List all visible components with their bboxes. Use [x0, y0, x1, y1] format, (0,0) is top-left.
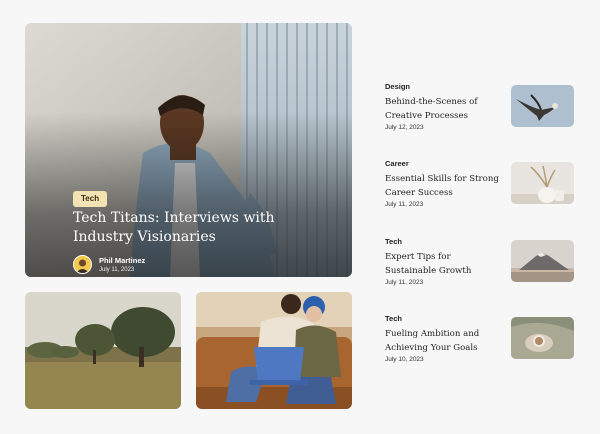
article-date: July 10, 2023	[385, 356, 424, 363]
article-title[interactable]: Essential Skills for Strong Career Succe…	[385, 172, 503, 200]
hero-title[interactable]: Tech Titans: Interviews with Industry Vi…	[73, 209, 293, 247]
article-thumbnail[interactable]	[511, 240, 574, 282]
coffee-photo	[511, 317, 574, 359]
author-name: Phil Martinez	[99, 255, 146, 265]
article-thumbnail[interactable]	[511, 85, 574, 127]
avatar	[73, 255, 92, 274]
article-category[interactable]: Career	[385, 159, 409, 168]
article-date: July 12, 2023	[385, 124, 424, 131]
article-date: July 11, 2023	[385, 201, 424, 208]
author-date: July 11, 2023	[99, 266, 135, 273]
article-thumbnail[interactable]	[511, 162, 574, 204]
article-date: July 11, 2023	[385, 279, 424, 286]
sidebar-article-ambition[interactable]: Tech Fueling Ambition and Achieving Your…	[385, 314, 575, 379]
article-category[interactable]: Design	[385, 82, 410, 91]
article-category[interactable]: Tech	[385, 314, 402, 323]
friends-article-card[interactable]	[196, 292, 352, 409]
article-title[interactable]: Behind-the-Scenes of Creative Processes	[385, 95, 503, 123]
article-category[interactable]: Tech	[385, 237, 402, 246]
sidebar-article-growth[interactable]: Tech Expert Tips for Sustainable Growth …	[385, 237, 575, 302]
article-title[interactable]: Expert Tips for Sustainable Growth	[385, 250, 503, 278]
article-title[interactable]: Fueling Ambition and Achieving Your Goal…	[385, 327, 503, 355]
mountain-photo	[511, 240, 574, 282]
vase-photo	[511, 162, 574, 204]
friends-laptop-photo	[196, 292, 352, 409]
bird-photo	[511, 85, 574, 127]
hero-category-badge[interactable]: Tech	[73, 191, 108, 207]
article-thumbnail[interactable]	[511, 317, 574, 359]
sidebar-article-design[interactable]: Design Behind-the-Scenes of Creative Pro…	[385, 82, 575, 147]
landscape-article-card[interactable]	[25, 292, 181, 409]
landscape-photo	[25, 292, 181, 409]
sidebar-article-career[interactable]: Career Essential Skills for Strong Caree…	[385, 159, 575, 224]
hero-author[interactable]: Phil Martinez July 11, 2023	[73, 255, 145, 274]
hero-article-card[interactable]: Tech Tech Titans: Interviews with Indust…	[25, 23, 352, 277]
